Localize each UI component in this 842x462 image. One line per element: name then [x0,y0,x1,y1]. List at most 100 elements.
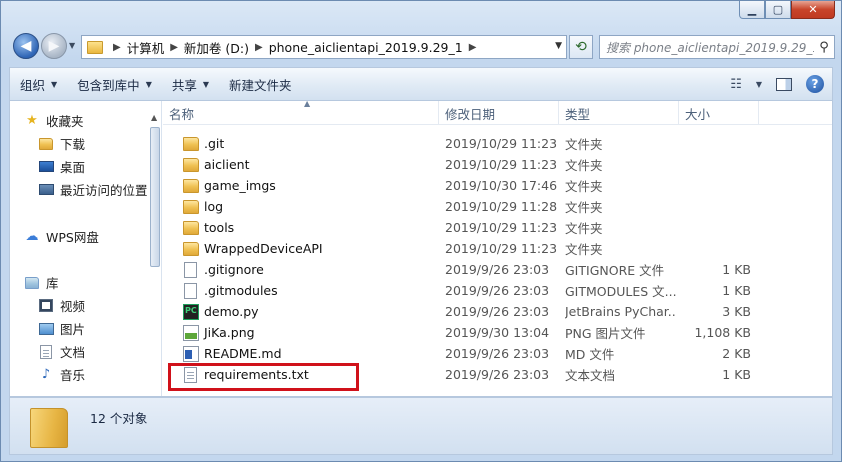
file-name: JiKa.png [204,325,255,340]
folder-icon [183,136,199,151]
nav-item-music[interactable]: ♪ 音乐 [38,365,85,384]
minimize-button[interactable]: ▁ [739,1,765,19]
file-row[interactable]: WrappedDeviceAPI 2019/10/29 11:23 文件夹 [163,238,832,259]
nav-favorites[interactable]: ★ 收藏夹 [24,111,83,130]
refresh-button[interactable]: ⟲ [569,35,593,59]
nav-item-label: 文档 [60,345,86,360]
folder-icon [183,241,199,256]
address-row: ◀ ▶ ▼ ▶ 计算机 ▶ 新加卷 (D:) ▶ phone_aiclienta… [9,32,835,62]
folder-icon [87,40,103,54]
file-icon [184,261,197,278]
scroll-up-icon[interactable]: ▲ [151,113,157,122]
file-row[interactable]: .gitmodules 2019/9/26 23:03 GITMODULES 文… [163,280,832,301]
back-button[interactable]: ◀ [13,33,39,59]
recent-pages-dropdown[interactable]: ▼ [69,41,75,50]
explorer-window: ▁ ▢ ✕ ◀ ▶ ▼ ▶ 计算机 ▶ 新加卷 (D:) ▶ phone_aic… [0,0,842,462]
video-icon [38,298,54,314]
file-type: MD 文件 [565,347,615,362]
scrollbar-thumb[interactable] [150,127,160,267]
file-row[interactable]: README.md 2019/9/26 23:03 MD 文件 2 KB [163,343,832,364]
column-headers: 名称 ▲ 修改日期 类型 大小 [163,99,832,125]
maximize-button[interactable]: ▢ [765,1,791,19]
caret-down-icon: ▼ [145,79,152,89]
breadcrumb-drive[interactable]: 新加卷 (D:) [184,38,249,57]
chevron-right-icon[interactable]: ▶ [113,42,121,53]
share-menu[interactable]: 共享 ▼ [162,68,219,100]
column-date-label: 修改日期 [445,106,496,122]
file-row[interactable]: .gitignore 2019/9/26 23:03 GITIGNORE 文件 … [163,259,832,280]
document-icon [38,344,54,360]
file-size: 3 KB [722,304,751,319]
nav-scrollbar[interactable]: ▲ [148,111,162,267]
file-row[interactable]: .git 2019/10/29 11:23 文件夹 [163,133,832,154]
file-size: 1 KB [722,283,751,298]
file-row[interactable]: aiclient 2019/10/29 11:23 文件夹 [163,154,832,175]
caret-down-icon: ▼ [202,79,210,89]
include-in-library-label: 包含到库中 [77,77,140,93]
close-button[interactable]: ✕ [791,1,835,19]
nav-item-desktop[interactable]: 桌面 [38,157,85,176]
file-name: README.md [204,346,282,361]
nav-item-pictures[interactable]: 图片 [38,319,85,338]
column-header-type[interactable]: 类型 [559,101,679,125]
nav-item-label: 音乐 [60,368,86,383]
nav-item-downloads[interactable]: 下载 [38,134,85,153]
chevron-right-icon[interactable]: ▶ [469,42,477,53]
file-row[interactable]: log 2019/10/29 11:28 文件夹 [163,196,832,217]
preview-pane-icon[interactable] [776,77,792,91]
nav-item-label: 桌面 [60,160,86,175]
view-options-icon[interactable]: ☷ [730,77,742,92]
column-header-name[interactable]: 名称 [163,101,439,125]
search-input[interactable]: 搜索 phone_aiclientapi_2019.9.29_1 [606,39,814,56]
nav-item-recent-places[interactable]: 最近访问的位置 [38,180,148,199]
breadcrumb-computer[interactable]: 计算机 [127,38,165,57]
file-date: 2019/9/30 13:04 [445,325,550,340]
recent-places-icon [38,182,54,198]
file-date: 2019/10/29 11:23 [445,157,558,172]
nav-libraries[interactable]: 库 [24,273,59,292]
address-dropdown-icon[interactable]: ▼ [555,41,562,51]
new-folder-label: 新建文件夹 [229,77,292,93]
search-icon[interactable]: ⚲ [814,40,834,55]
view-dropdown-icon[interactable]: ▼ [756,80,762,89]
include-in-library-menu[interactable]: 包含到库中 ▼ [67,68,162,100]
column-header-date[interactable]: 修改日期 [439,101,559,125]
desktop-icon [38,159,54,175]
chevron-right-icon[interactable]: ▶ [255,42,263,53]
file-row[interactable]: game_imgs 2019/10/30 17:46 文件夹 [163,175,832,196]
file-type: 文件夹 [565,158,603,173]
nav-libraries-label: 库 [46,276,59,291]
column-size-label: 大小 [685,106,711,122]
nav-wps-label: WPS网盘 [46,230,99,245]
star-icon: ★ [26,113,38,128]
search-box[interactable]: 搜索 phone_aiclientapi_2019.9.29_1 ⚲ [599,35,835,59]
file-size: 1,108 KB [694,325,751,340]
file-date: 2019/9/26 23:03 [445,304,550,319]
new-folder-button[interactable]: 新建文件夹 [219,68,302,100]
file-name: tools [204,220,235,235]
details-pane: 12 个对象 [9,397,833,455]
file-date: 2019/9/26 23:03 [445,262,550,277]
image-file-icon [183,324,199,341]
organize-menu[interactable]: 组织 ▼ [10,68,67,100]
chevron-right-icon[interactable]: ▶ [170,42,178,53]
file-row[interactable]: JiKa.png 2019/9/30 13:04 PNG 图片文件 1,108 … [163,322,832,343]
cloud-icon: ☁ [25,229,39,244]
file-row[interactable]: tools 2019/10/29 11:23 文件夹 [163,217,832,238]
file-date: 2019/10/29 11:23 [445,241,558,256]
back-arrow-icon: ◀ [20,38,32,54]
breadcrumb-folder[interactable]: phone_aiclientapi_2019.9.29_1 [269,40,463,55]
forward-button[interactable]: ▶ [41,33,67,59]
nav-wps-drive[interactable]: ☁ WPS网盘 [24,227,99,246]
file-type: 文件夹 [565,242,603,257]
help-icon[interactable]: ? [806,75,824,93]
column-type-label: 类型 [565,106,591,122]
nav-item-videos[interactable]: 视频 [38,296,85,315]
file-date: 2019/10/29 11:28 [445,199,558,214]
address-bar[interactable]: ▶ 计算机 ▶ 新加卷 (D:) ▶ phone_aiclientapi_201… [81,35,567,59]
nav-item-label: 视频 [60,299,86,314]
nav-item-documents[interactable]: 文档 [38,342,85,361]
column-header-size[interactable]: 大小 [679,101,759,125]
file-row[interactable]: PC demo.py 2019/9/26 23:03 JetBrains PyCh… [163,301,832,322]
file-size: 2 KB [722,346,751,361]
